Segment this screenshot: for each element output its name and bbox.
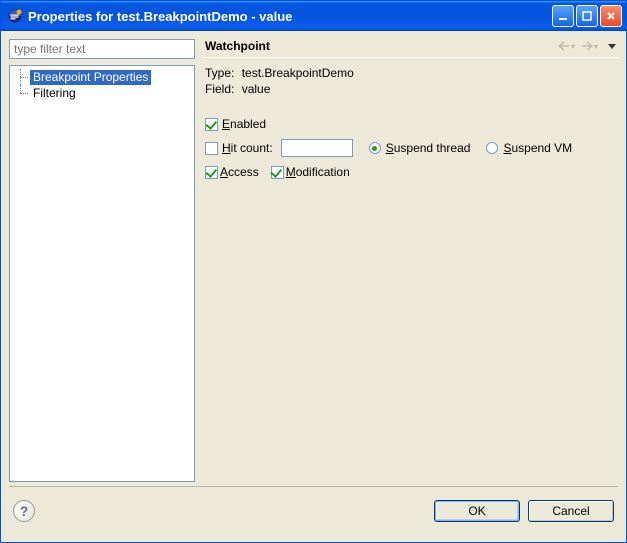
nav-forward-button[interactable]: ▾: [581, 41, 598, 51]
ok-button[interactable]: OK: [434, 500, 520, 522]
chevron-down-icon: ▾: [571, 42, 575, 51]
enabled-label: Enabled: [222, 117, 266, 131]
help-button[interactable]: ?: [13, 500, 35, 522]
content-pane: Watchpoint ▾ ▾: [203, 39, 618, 482]
minimize-button[interactable]: [552, 5, 574, 27]
close-button[interactable]: [600, 5, 622, 27]
tree-branch-icon: [16, 85, 30, 101]
chevron-down-icon: ▾: [594, 42, 598, 51]
modification-label: Modification: [286, 165, 350, 179]
page-title: Watchpoint: [205, 39, 558, 53]
view-menu-button[interactable]: [608, 44, 616, 49]
hitcount-input[interactable]: [281, 139, 353, 157]
category-tree[interactable]: Breakpoint Properties Filtering: [9, 65, 195, 482]
maximize-button[interactable]: [576, 5, 598, 27]
modification-checkbox[interactable]: [271, 166, 284, 179]
divider: [203, 57, 618, 58]
tree-item-breakpoint-properties[interactable]: Breakpoint Properties: [12, 69, 192, 85]
suspend-thread-radio[interactable]: [369, 142, 381, 154]
type-value: test.BreakpointDemo: [242, 66, 354, 80]
tree-branch-icon: [16, 69, 30, 85]
filter-input[interactable]: [9, 39, 195, 59]
suspend-vm-label: Suspend VM: [503, 141, 572, 155]
tree-label: Breakpoint Properties: [30, 70, 151, 85]
hitcount-checkbox[interactable]: [205, 142, 218, 155]
tree-item-filtering[interactable]: Filtering: [12, 85, 192, 101]
field-value: value: [242, 82, 271, 96]
titlebar[interactable]: Properties for test.BreakpointDemo - val…: [1, 1, 626, 31]
field-label: Field:: [205, 82, 234, 96]
type-label: Type:: [205, 66, 234, 80]
sidebar: Breakpoint Properties Filtering: [9, 39, 195, 482]
dialog-window: Properties for test.BreakpointDemo - val…: [0, 0, 627, 543]
client-area: Breakpoint Properties Filtering Watchpoi…: [1, 31, 626, 542]
suspend-vm-radio[interactable]: [486, 142, 498, 154]
access-label: Access: [220, 165, 259, 179]
nav-back-button[interactable]: ▾: [558, 41, 575, 51]
tree-label: Filtering: [30, 86, 79, 101]
content-body: Type: test.BreakpointDemo Field: value E…: [203, 64, 618, 482]
hitcount-label: Hit count:: [222, 141, 273, 155]
window-title: Properties for test.BreakpointDemo - val…: [28, 9, 552, 24]
cancel-button[interactable]: Cancel: [528, 500, 614, 522]
access-checkbox[interactable]: [205, 166, 218, 179]
enabled-checkbox[interactable]: [205, 118, 218, 131]
app-icon: [7, 8, 23, 24]
button-bar: ? OK Cancel: [9, 486, 618, 534]
suspend-thread-label: Suspend thread: [386, 141, 471, 155]
